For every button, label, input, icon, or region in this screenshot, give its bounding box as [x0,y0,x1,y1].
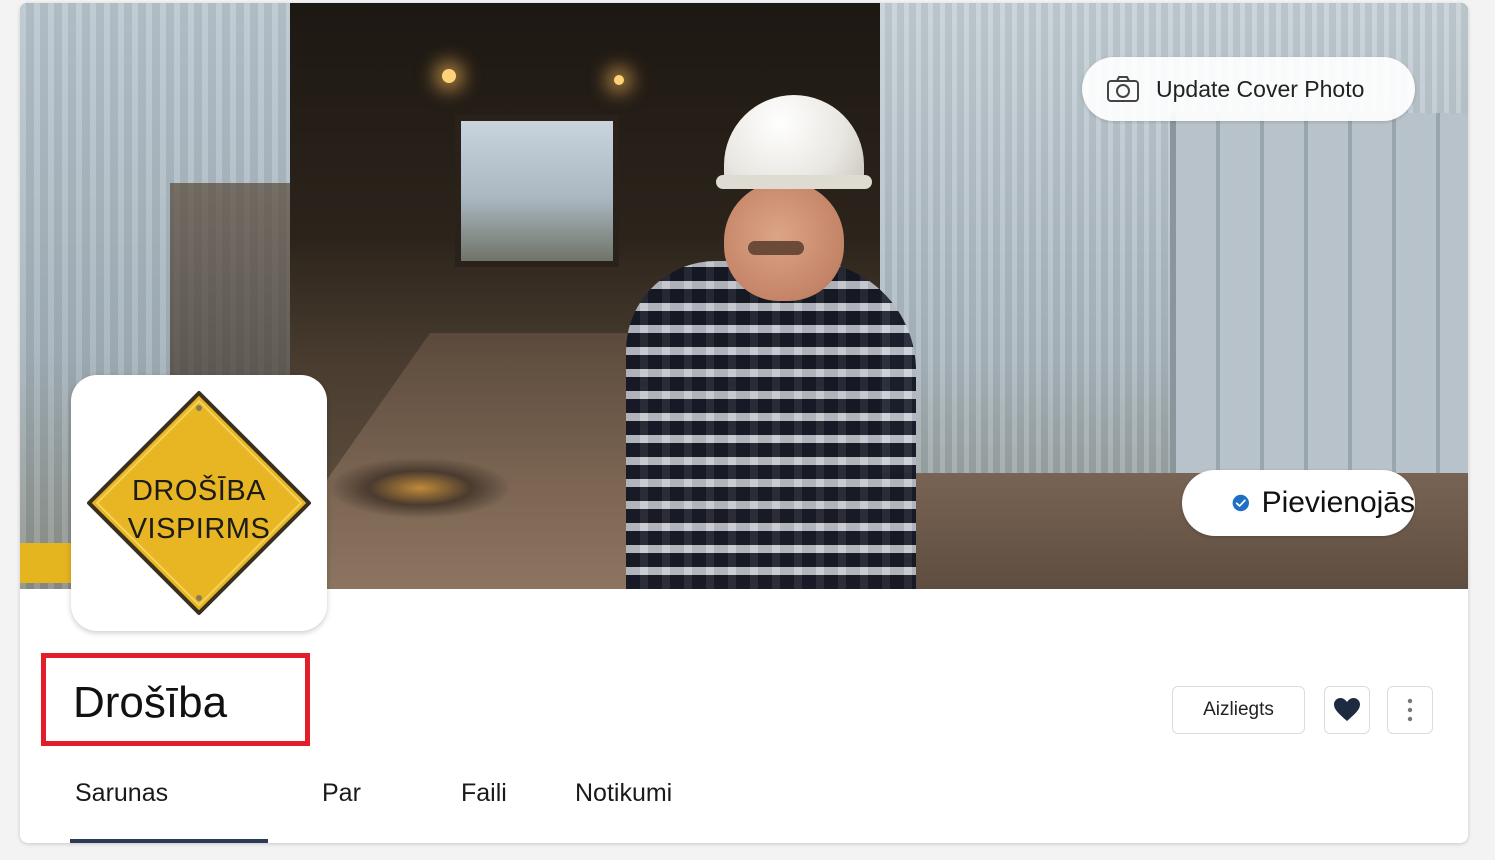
tab-par[interactable]: Par [322,779,361,808]
joined-status-label: Pievienojās [1261,486,1415,519]
more-options-button[interactable] [1387,686,1433,734]
blocked-button[interactable]: Aizliegts [1172,686,1305,734]
joined-status-button[interactable]: Pievienojās [1182,470,1415,536]
cover-shipping-container [1170,113,1468,473]
avatar-text-line1: DROŠĪBA [131,475,267,507]
tab-sarunas[interactable]: Sarunas [75,779,168,808]
cover-puddle [330,458,510,518]
heart-icon [1334,698,1360,721]
cover-lamp [442,69,456,83]
cover-opening [455,115,619,267]
worker-hard-hat [724,95,864,187]
group-header-card: Update Cover Photo Pievienojās DROŠĪBA V… [20,3,1468,843]
active-tab-indicator [70,839,268,843]
camera-icon [1107,76,1139,102]
group-avatar: DROŠĪBA VISPIRMS [71,375,327,631]
check-circle-icon [1232,494,1249,512]
cover-lamp [614,75,624,85]
update-cover-photo-label: Update Cover Photo [1156,75,1365,102]
cover-worker-figure [616,91,926,589]
tab-notikumi[interactable]: Notikumi [575,779,672,808]
avatar-text-line2: VISPIRMS [127,513,271,545]
group-name: Drošība [73,678,228,727]
like-button[interactable] [1324,686,1370,734]
update-cover-photo-button[interactable]: Update Cover Photo [1082,57,1415,121]
worker-mustache [748,241,804,255]
worker-shirt [626,261,916,589]
worker-hard-hat-brim [716,175,872,189]
more-vertical-icon [1407,698,1413,722]
tab-faili[interactable]: Faili [461,779,507,808]
